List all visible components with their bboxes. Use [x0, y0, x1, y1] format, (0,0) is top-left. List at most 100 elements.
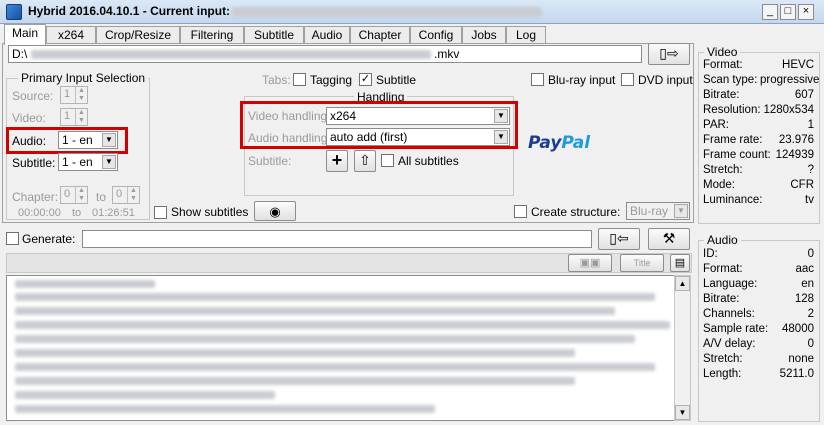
spin-down-icon[interactable]: ▼: [127, 195, 139, 203]
audio-info-title: Audio: [704, 233, 741, 247]
log-output[interactable]: [6, 275, 682, 421]
show-subtitles-label: Show subtitles: [171, 205, 249, 219]
subtitle-label: Subtitle:: [12, 156, 56, 170]
minimize-button[interactable]: _: [762, 4, 778, 20]
audio-info-value: none: [788, 353, 814, 365]
spin-down-icon[interactable]: ▼: [75, 95, 87, 103]
video-info-value: ?: [807, 164, 814, 176]
paypal-logo[interactable]: PayPal: [528, 133, 590, 153]
redacted-log-line: [15, 405, 435, 413]
preview-button[interactable]: ◉: [254, 201, 296, 221]
maximize-button[interactable]: □: [780, 4, 796, 20]
audio-info-value: 128: [794, 293, 814, 305]
audio-info-key: A/V delay:: [703, 338, 756, 350]
tab-subtitle[interactable]: Subtitle: [244, 26, 304, 44]
plus-icon: +: [331, 150, 343, 170]
video-spinner[interactable]: 1 ▲ ▼: [60, 108, 88, 126]
tabs-label: Tabs:: [262, 73, 291, 87]
all-subtitles-checkbox[interactable]: [381, 154, 394, 167]
worker-icon: ⚒: [662, 230, 676, 246]
tab-filtering[interactable]: Filtering: [180, 26, 244, 44]
audio-handling-select[interactable]: auto add (first) ▼: [326, 128, 510, 146]
video-info-value: HEVC: [782, 59, 814, 71]
app-icon: [6, 4, 22, 20]
generate-label: Generate:: [22, 232, 76, 246]
tab-audio[interactable]: Audio: [304, 26, 350, 44]
source-spinner[interactable]: 1 ▲ ▼: [60, 86, 88, 104]
spin-down-icon[interactable]: ▼: [75, 195, 87, 203]
tab-config[interactable]: Config: [410, 26, 462, 44]
video-info-key: Luminance:: [703, 194, 763, 206]
open-input-button[interactable]: ▯⇨: [648, 43, 690, 65]
input-path-field[interactable]: D:\ .mkv: [8, 45, 642, 63]
audio-info-key: Bitrate:: [703, 293, 740, 305]
all-subtitles-label: All subtitles: [398, 154, 459, 168]
chevron-down-icon: ▼: [102, 155, 116, 169]
tab-chapter[interactable]: Chapter: [350, 26, 410, 44]
primary-input-title: Primary Input Selection: [18, 71, 149, 85]
audio-info-value: aac: [795, 263, 814, 275]
log-scrollbar[interactable]: ▲ ▼: [674, 275, 691, 421]
redacted-log-line: [15, 349, 575, 357]
redacted-log-line: [15, 377, 575, 385]
video-info-value: tv: [805, 194, 814, 206]
close-button[interactable]: ×: [798, 4, 814, 20]
spin-up-icon[interactable]: ▲: [75, 109, 87, 117]
video-info-value: CFR: [790, 179, 814, 191]
redacted-log-line: [15, 363, 655, 371]
redacted-log-line: [15, 307, 615, 315]
tab-jobs[interactable]: Jobs: [462, 26, 506, 44]
chapter-from-spinner[interactable]: 0 ▲ ▼: [60, 186, 88, 204]
subtitle-tab-checkbox[interactable]: ✓: [359, 73, 372, 86]
subtitle-tab-label: Subtitle: [376, 73, 417, 87]
redacted-log-line: [15, 391, 275, 399]
move-up-button[interactable]: ⇧: [354, 150, 376, 172]
output-browse-button[interactable]: ▯⇦: [598, 228, 640, 250]
time-from: 00:00:00: [18, 207, 61, 219]
video-info-value: 124939: [775, 149, 814, 161]
scroll-up-icon[interactable]: ▲: [675, 276, 690, 291]
video-info-key: PAR:: [703, 119, 729, 131]
tab-main[interactable]: Main: [4, 24, 46, 45]
handling-subtitle-label: Subtitle:: [248, 154, 292, 168]
add-job-button[interactable]: ⚒: [648, 228, 690, 250]
windows-button[interactable]: ▤: [670, 254, 690, 272]
tab-log[interactable]: Log: [506, 26, 546, 44]
subtitle-select[interactable]: 1 - en ▼: [58, 153, 118, 171]
video-handling-select[interactable]: x264 ▼: [326, 107, 510, 125]
bluray-input-checkbox[interactable]: [531, 73, 544, 86]
audio-select[interactable]: 1 - en ▼: [58, 131, 118, 149]
audio-info-key: Language:: [703, 278, 758, 290]
create-structure-select[interactable]: Blu-ray ▼: [626, 202, 690, 220]
tab-crop-resize[interactable]: Crop/Resize: [96, 26, 180, 44]
create-structure-checkbox[interactable]: [514, 205, 527, 218]
chapter-label: Chapter:: [12, 190, 59, 204]
chapter-to-spinner[interactable]: 0 ▲ ▼: [112, 186, 140, 204]
create-structure-label: Create structure:: [531, 205, 621, 219]
spin-up-icon[interactable]: ▲: [75, 187, 87, 195]
window-title: Hybrid 2016.04.10.1 - Current input:: [28, 4, 231, 18]
audio-info-key: ID:: [703, 248, 718, 260]
spin-up-icon[interactable]: ▲: [127, 187, 139, 195]
dvd-input-checkbox[interactable]: [621, 73, 634, 86]
scroll-down-icon[interactable]: ▼: [675, 405, 690, 420]
audio-info-value: 0: [807, 338, 814, 350]
eye-icon: ◉: [269, 204, 281, 219]
queue-button[interactable]: ▣▣: [568, 254, 612, 272]
tab-x264[interactable]: x264: [46, 26, 96, 44]
video-info-key: Bitrate:: [703, 89, 740, 101]
tagging-checkbox[interactable]: [293, 73, 306, 86]
video-info-key: Format:: [703, 59, 743, 71]
title-button[interactable]: Title: [620, 254, 664, 272]
generate-output-field[interactable]: [82, 230, 592, 248]
spin-down-icon[interactable]: ▼: [75, 117, 87, 125]
spin-up-icon[interactable]: ▲: [75, 87, 87, 95]
redacted-log-line: [15, 280, 155, 288]
generate-checkbox[interactable]: [6, 232, 19, 245]
show-subtitles-checkbox[interactable]: [154, 206, 167, 219]
video-info-value: progressive: [760, 74, 820, 86]
add-subtitle-button[interactable]: +: [326, 150, 348, 172]
chevron-down-icon: ▼: [494, 109, 508, 123]
video-info-key: Mode:: [703, 179, 735, 191]
redacted-input-name: [232, 7, 542, 17]
